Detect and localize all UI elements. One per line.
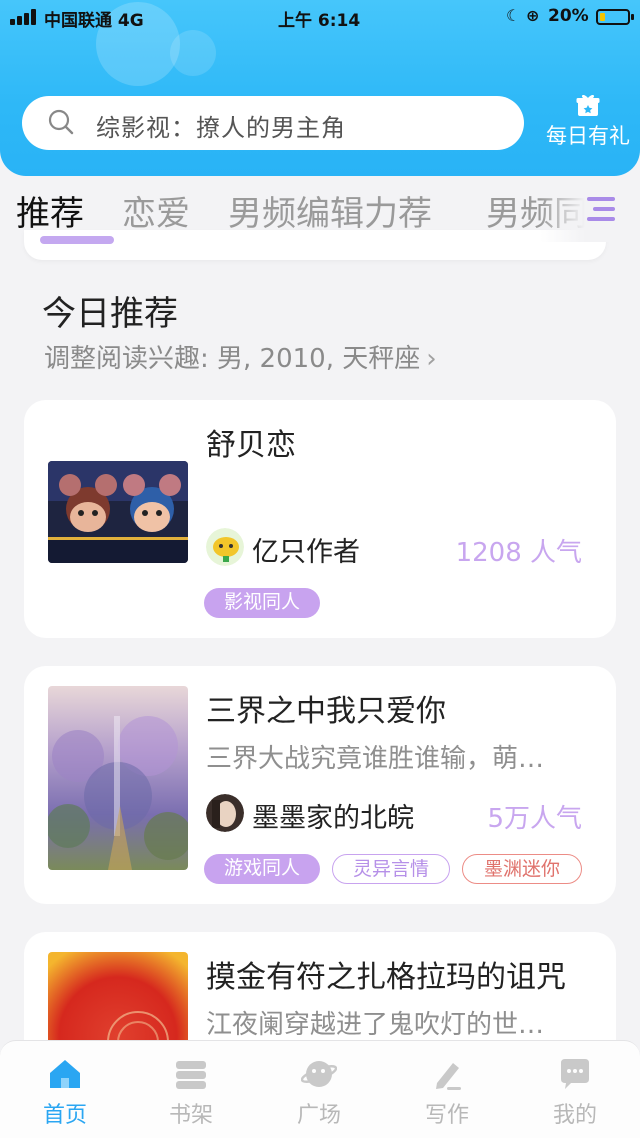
decorative-bubble [170,30,216,76]
author-name: 墨墨家的北皖 [252,803,414,834]
nav-home-label: 首页 [42,1103,87,1128]
search-placeholder: 综影视：撩人的男主角 [96,114,346,142]
nav-profile-label: 我的 [552,1103,597,1128]
book-card[interactable]: 三界之中我只爱你 三界大战究竟谁胜谁输，萌… 墨墨家的北皖 5万人气 游戏同人 … [24,666,616,904]
book-title: 摸金有符之扎格拉玛的诅咒 [206,960,566,995]
tab-romance[interactable]: 恋爱 [122,186,190,235]
popularity-count: 5万人气 [487,804,582,834]
nav-write-label: 写作 [424,1103,469,1128]
pen-icon [436,1063,461,1090]
search-icon [48,109,74,135]
plaza-icon [301,1061,337,1087]
nav-plaza[interactable]: 广场 [274,1057,364,1129]
orientation-lock-icon: ⊕ [526,6,540,25]
profile-icon [561,1059,589,1089]
gift-icon [576,94,600,116]
author-avatar [206,794,244,832]
tab-recommend[interactable]: 推荐 [16,186,84,235]
genre-tag[interactable]: 灵异言情 [332,854,450,884]
signal-icon [10,9,38,25]
tab-menu-icon[interactable] [585,192,617,226]
nav-write[interactable]: 写作 [402,1057,492,1129]
bookshelf-icon [176,1061,206,1089]
search-bar[interactable]: 综影视：撩人的男主角 [22,96,524,150]
book-cover [48,686,188,870]
battery-icon [596,9,634,25]
book-description: 三界大战究竟谁胜谁输，萌… [206,744,545,774]
active-tab-indicator [40,236,114,244]
bottom-navigation: 首页 书架 广场 写作 我的 [0,1040,640,1138]
nav-plaza-label: 广场 [296,1103,341,1128]
book-title: 三界之中我只爱你 [206,694,446,729]
clock: 上午 6:14 [278,11,361,31]
reading-interest-link[interactable]: 调整阅读兴趣: 男, 2010, 天秤座 › [44,338,437,375]
genre-tag[interactable]: 影视同人 [204,588,320,618]
book-card[interactable]: 舒贝恋 亿只作者 1208 人气 影视同人 [24,400,616,638]
genre-tag[interactable]: 墨渊迷你 [462,854,582,884]
section-title: 今日推荐 [42,294,178,334]
reading-interest-label: 调整阅读兴趣: 男, 2010, 天秤座 [44,344,421,374]
tab-male-editor-picks[interactable]: 男频编辑力荐 [228,186,432,235]
author-name: 亿只作者 [252,537,360,568]
daily-gift-button[interactable]: 每日有礼 [538,92,638,156]
carrier-label: 中国联通 4G [44,11,144,31]
popularity-count: 1208 人气 [455,538,582,568]
moon-icon: ☾ [506,6,521,25]
cover-image-mystic-forest [48,686,188,870]
book-title: 舒贝恋 [206,428,296,463]
nav-bookshelf[interactable]: 书架 [146,1057,236,1129]
chevron-right-icon: › [426,344,437,374]
author-avatar [206,528,244,566]
daily-gift-label: 每日有礼 [546,124,630,148]
nav-home[interactable]: 首页 [20,1057,110,1129]
status-bar: 中国联通 4G 上午 6:14 ☾ ⊕ 20% [0,0,640,34]
nav-bookshelf-label: 书架 [168,1103,213,1128]
home-icon [50,1060,80,1088]
battery-percent: 20% [548,6,589,26]
nav-profile[interactable]: 我的 [530,1057,620,1129]
cover-image-animated-mice [48,461,188,563]
book-description: 江夜阑穿越进了鬼吹灯的世… [206,1010,545,1040]
book-cover [48,461,188,563]
genre-tag[interactable]: 游戏同人 [204,854,320,884]
